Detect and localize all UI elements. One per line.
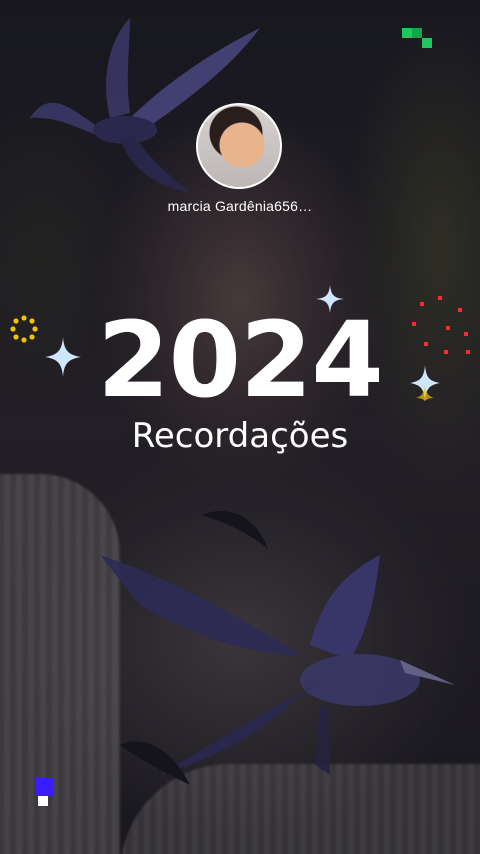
- bird-illustration-bottom: [100, 555, 455, 785]
- profile-avatar[interactable]: [196, 103, 282, 189]
- memories-story-screen: marcia Gardênia656… 2024 Recordações: [0, 0, 480, 854]
- memories-title: Recordações: [131, 416, 349, 456]
- memories-year: 2024: [97, 299, 383, 421]
- pixel-decoration-purple: [36, 778, 54, 806]
- pixel-decoration-green: [402, 28, 432, 48]
- feather-illustration: [202, 511, 268, 549]
- profile-username[interactable]: marcia Gardênia656…: [0, 198, 480, 214]
